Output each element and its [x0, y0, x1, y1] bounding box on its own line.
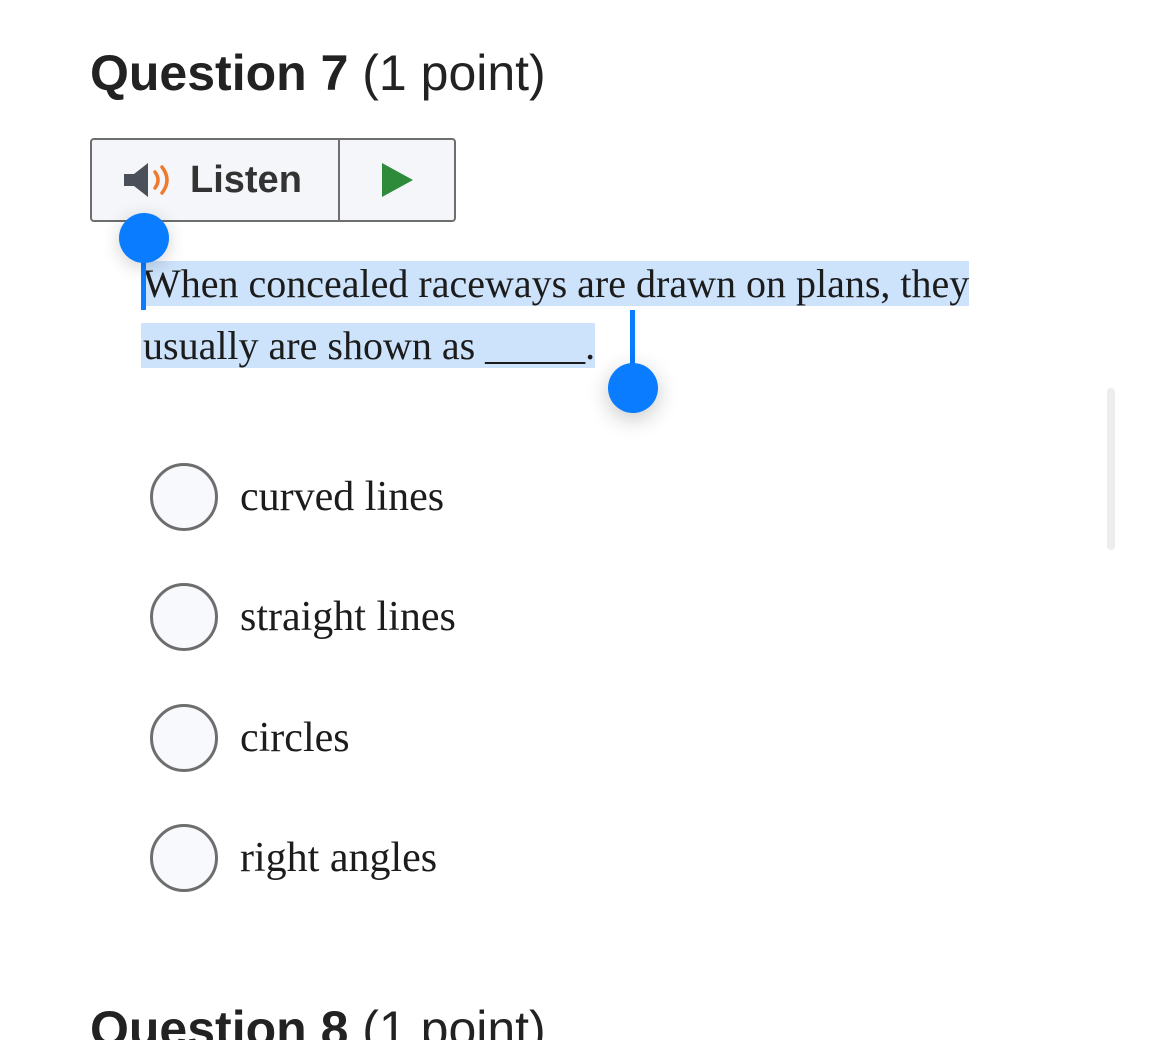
listen-widget: Listen: [90, 138, 456, 222]
radio-button[interactable]: [150, 824, 218, 892]
radio-button[interactable]: [150, 583, 218, 651]
next-question-header: Question 8 (1 point): [90, 994, 546, 1040]
scrollbar[interactable]: [1107, 388, 1115, 550]
question-text[interactable]: When concealed raceways are drawn on pla…: [141, 253, 1101, 377]
play-icon: [382, 163, 413, 197]
play-button[interactable]: [340, 140, 454, 220]
option-label: right angles: [240, 835, 438, 881]
selected-text-line-2: usually are shown as _____.: [141, 323, 596, 368]
option-label: circles: [240, 715, 350, 761]
option-label: straight lines: [240, 594, 456, 640]
question-points: (1 point): [362, 45, 546, 101]
radio-button[interactable]: [150, 704, 218, 772]
selection-end-caret: [630, 310, 635, 368]
question-header: Question 7 (1 point): [90, 38, 546, 108]
option-circles[interactable]: circles: [150, 701, 350, 775]
next-question-points: (1 point): [362, 1001, 546, 1040]
listen-label: Listen: [190, 158, 302, 201]
selection-start-caret: [141, 256, 146, 310]
selection-end-handle[interactable]: [608, 363, 658, 413]
speaker-icon: [124, 163, 169, 197]
radio-button[interactable]: [150, 463, 218, 531]
option-straight-lines[interactable]: straight lines: [150, 580, 456, 654]
option-label: curved lines: [240, 474, 445, 520]
listen-button[interactable]: Listen: [92, 140, 340, 220]
option-right-angles[interactable]: right angles: [150, 821, 437, 895]
question-title: Question 7: [90, 45, 349, 101]
selection-start-handle[interactable]: [119, 213, 169, 263]
next-question-title: Question 8: [90, 1001, 349, 1040]
selected-text-line-1: When concealed raceways are drawn on pla…: [141, 261, 970, 306]
option-curved-lines[interactable]: curved lines: [150, 460, 444, 534]
